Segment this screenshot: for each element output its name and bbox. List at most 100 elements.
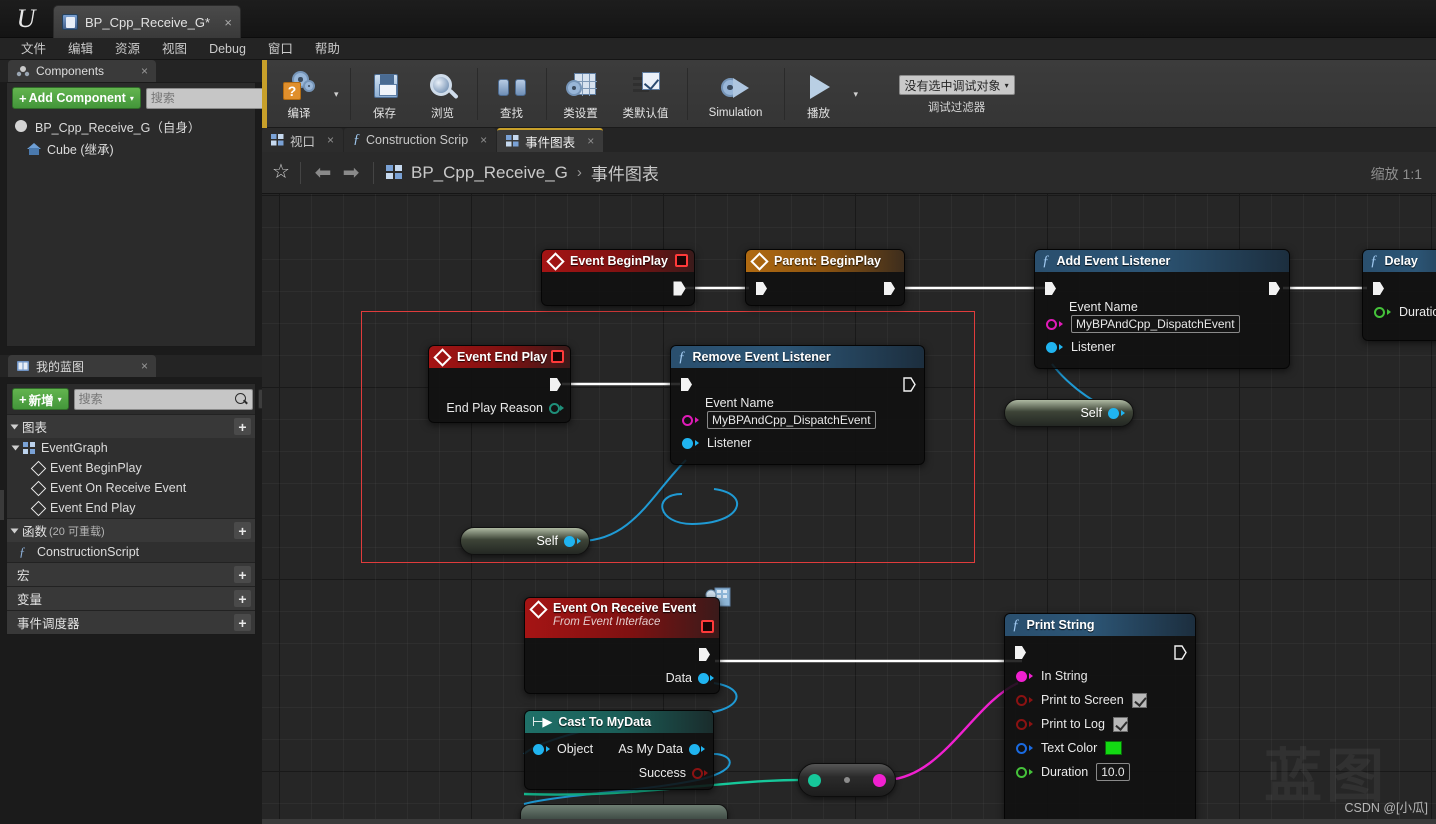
tab-my-blueprint[interactable]: 我的蓝图 ×: [8, 355, 156, 377]
pin-object-icon[interactable]: [1046, 341, 1057, 353]
pin-enum-icon[interactable]: [549, 402, 560, 414]
component-row-self[interactable]: BP_Cpp_Receive_G（自身）: [7, 115, 255, 137]
breadcrumb-leaf[interactable]: 事件图表: [591, 160, 659, 185]
add-function-button[interactable]: +: [234, 522, 251, 539]
menu-item-file[interactable]: 文件: [10, 39, 57, 59]
find-button[interactable]: 查找: [483, 60, 541, 128]
horizontal-scrollbar[interactable]: [262, 819, 1436, 824]
section-macros[interactable]: 宏 +: [7, 562, 255, 586]
exec-pin-out-icon[interactable]: [1173, 644, 1187, 660]
pin-bool-icon[interactable]: [692, 767, 703, 779]
panel-resize-handle[interactable]: [0, 490, 4, 520]
exec-pin-out-icon[interactable]: [548, 377, 562, 392]
exec-pin-out-icon[interactable]: [902, 376, 916, 392]
pin-row-exec[interactable]: [429, 372, 570, 396]
pin-row-exec[interactable]: [525, 642, 719, 666]
pin-row-duration[interactable]: Duration 10.0: [1005, 760, 1195, 784]
node-event-on-receive-event[interactable]: Event On Receive Event From Event Interf…: [524, 597, 720, 694]
blueprint-search[interactable]: [73, 388, 253, 410]
class-settings-button[interactable]: 类设置: [552, 60, 610, 128]
tab-viewport[interactable]: 视口 ×: [262, 128, 344, 152]
pin-name-icon[interactable]: [1046, 318, 1057, 330]
pin-struct-icon[interactable]: [1016, 742, 1027, 754]
list-item-constructionscript[interactable]: ƒ ConstructionScript: [7, 542, 255, 562]
save-button[interactable]: 保存: [356, 60, 414, 128]
menu-item-window[interactable]: 窗口: [257, 39, 304, 59]
tab-components[interactable]: Components ×: [8, 60, 156, 82]
pin-float-icon[interactable]: [1374, 306, 1385, 318]
node-cast-to-mydata[interactable]: ⊢▶ Cast To MyData Object As My Data Succ…: [524, 710, 714, 790]
close-icon[interactable]: ×: [218, 15, 232, 30]
section-graphs[interactable]: 图表 +: [7, 414, 255, 438]
menu-item-assets[interactable]: 资源: [104, 39, 151, 59]
play-button[interactable]: 播放: [790, 60, 848, 128]
pin-object-icon[interactable]: [1108, 407, 1119, 419]
list-item-event-on-receive-event[interactable]: Event On Receive Event: [7, 478, 255, 498]
node-remove-event-listener[interactable]: ƒ Remove Event Listener Event Name MyBPA…: [670, 345, 925, 465]
pin-row-print-to-log[interactable]: Print to Log: [1005, 712, 1195, 736]
exec-pin-out-icon[interactable]: [1267, 281, 1281, 296]
checkbox-print-to-screen[interactable]: [1131, 692, 1147, 708]
node-delay[interactable]: ƒ Delay Duration: [1362, 249, 1436, 341]
favorite-star-icon[interactable]: ☆: [270, 161, 292, 184]
input-event-name[interactable]: MyBPAndCpp_DispatchEvent: [707, 411, 876, 429]
section-functions[interactable]: 函数 (20 可重载) +: [7, 518, 255, 542]
checkbox-print-to-log[interactable]: [1112, 716, 1128, 732]
forward-arrow-icon[interactable]: ➡: [337, 161, 365, 185]
color-swatch-text-color[interactable]: [1105, 741, 1123, 755]
section-variables[interactable]: 变量 +: [7, 586, 255, 610]
add-new-button[interactable]: + 新增 ▾: [12, 388, 69, 410]
menu-item-view[interactable]: 视图: [151, 39, 198, 59]
pin-object-icon[interactable]: [682, 437, 693, 449]
exec-pin-in-icon[interactable]: [1043, 281, 1057, 296]
pin-object-icon[interactable]: [533, 743, 544, 755]
pin-object-icon[interactable]: [564, 535, 575, 547]
asset-tab[interactable]: BP_Cpp_Receive_G* ×: [53, 5, 241, 38]
pin-row-exec[interactable]: [1363, 276, 1436, 300]
browse-button[interactable]: 浏览: [414, 60, 472, 128]
node-reroute-conversion[interactable]: [798, 763, 896, 797]
menu-item-edit[interactable]: 编辑: [57, 39, 104, 59]
exec-pin-out-icon[interactable]: [882, 281, 896, 296]
close-icon[interactable]: ×: [133, 64, 148, 78]
node-self-top[interactable]: Self: [1004, 399, 1134, 427]
pin-row-success[interactable]: Success: [525, 761, 713, 785]
node-event-end-play[interactable]: Event End Play End Play Reason: [428, 345, 571, 423]
exec-pin-out-icon[interactable]: [697, 647, 711, 662]
input-duration[interactable]: 10.0: [1096, 763, 1130, 781]
pin-row-end-play-reason[interactable]: End Play Reason: [429, 396, 570, 420]
pin-string-icon[interactable]: [1016, 670, 1027, 682]
pin-row-print-to-screen[interactable]: Print to Screen: [1005, 688, 1195, 712]
close-icon[interactable]: ×: [327, 133, 334, 147]
node-parent-begin-play[interactable]: Parent: BeginPlay: [745, 249, 905, 306]
menu-item-debug[interactable]: Debug: [198, 39, 257, 59]
node-event-begin-play[interactable]: Event BeginPlay: [541, 249, 695, 306]
class-defaults-button[interactable]: 类默认值: [610, 60, 682, 128]
section-event-dispatchers[interactable]: 事件调度器 +: [7, 610, 255, 634]
simulation-button[interactable]: Simulation: [693, 60, 779, 128]
pin-bool-icon[interactable]: [1016, 694, 1027, 706]
pin-struct-in-icon[interactable]: [808, 773, 821, 787]
node-self-bottom[interactable]: Self: [460, 527, 590, 555]
pin-row-listener[interactable]: Listener: [671, 431, 924, 455]
pin-bool-icon[interactable]: [1016, 718, 1027, 730]
tab-construction-script[interactable]: ƒ Construction Scrip ×: [344, 128, 497, 152]
pin-row-duration[interactable]: Duration: [1363, 300, 1436, 324]
pin-exec-out[interactable]: [542, 276, 694, 300]
add-component-button[interactable]: + Add Component ▾: [12, 87, 141, 109]
blueprint-graph-canvas[interactable]: Event BeginPlay Parent: BeginPlay ƒ Add …: [262, 194, 1436, 824]
input-event-name[interactable]: MyBPAndCpp_DispatchEvent: [1071, 315, 1240, 333]
close-icon[interactable]: ×: [480, 133, 487, 147]
compile-button[interactable]: ? 编译: [270, 60, 328, 128]
node-add-event-listener[interactable]: ƒ Add Event Listener Event Name MyBPAndC…: [1034, 249, 1290, 369]
add-macro-button[interactable]: +: [234, 566, 251, 583]
exec-pin-in-icon[interactable]: [1371, 281, 1385, 296]
play-options-chevron-icon[interactable]: ▾: [848, 89, 865, 100]
pin-float-icon[interactable]: [1016, 766, 1027, 778]
tab-event-graph[interactable]: 事件图表 ×: [497, 128, 604, 152]
blueprint-search-input[interactable]: [78, 392, 234, 406]
breakpoint-icon[interactable]: [675, 254, 688, 267]
list-item-eventgraph[interactable]: EventGraph: [7, 438, 255, 458]
breadcrumb-root[interactable]: BP_Cpp_Receive_G: [411, 163, 568, 183]
breakpoint-icon[interactable]: [701, 620, 714, 633]
